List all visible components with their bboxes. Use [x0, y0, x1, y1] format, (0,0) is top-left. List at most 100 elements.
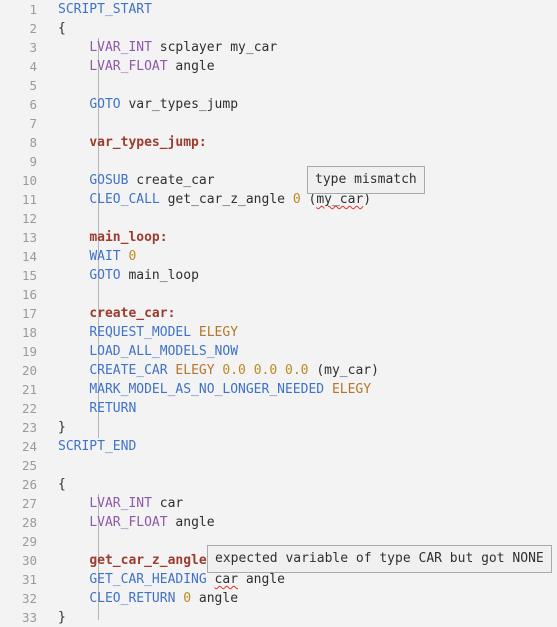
- line-number: 6: [29, 97, 37, 112]
- token-number-zero: 0: [183, 591, 192, 606]
- token-car: car: [159, 496, 184, 511]
- token-angle: angle: [175, 59, 215, 74]
- token-car-error[interactable]: car: [215, 572, 238, 587]
- code-line[interactable]: }: [46, 418, 557, 437]
- line-number: 17: [21, 306, 37, 321]
- code-content[interactable]: SCRIPT_START { LVAR_INT scplayer my_car …: [46, 0, 557, 625]
- code-line[interactable]: GOSUB create_car: [46, 171, 557, 190]
- token-angle: angle: [175, 515, 215, 530]
- token-goto: GOTO: [89, 268, 121, 283]
- token-number-y: 0.0: [253, 363, 278, 378]
- token-paren-open: (: [316, 363, 325, 378]
- line-number: 29: [21, 534, 37, 549]
- line-number: 18: [21, 325, 37, 340]
- code-line[interactable]: SCRIPT_START: [46, 0, 557, 19]
- token-lvar-float: LVAR_FLOAT: [89, 59, 168, 74]
- code-line[interactable]: LVAR_FLOAT angle: [46, 57, 557, 76]
- code-line[interactable]: main_loop:: [46, 228, 557, 247]
- code-line-empty[interactable]: [46, 285, 557, 304]
- token-load-all-models-now: LOAD_ALL_MODELS_NOW: [89, 344, 239, 359]
- line-number: 5: [29, 78, 37, 93]
- line-number: 28: [21, 515, 37, 530]
- line-number: 27: [21, 496, 37, 511]
- token-angle: angle: [198, 591, 239, 606]
- code-line-empty[interactable]: [46, 456, 557, 475]
- code-line[interactable]: GOTO var_types_jump: [46, 95, 557, 114]
- code-line[interactable]: CREATE_CAR ELEGY 0.0 0.0 0.0 (my_car): [46, 361, 557, 380]
- token-brace-open: {: [58, 477, 66, 492]
- code-line[interactable]: LVAR_FLOAT angle: [46, 513, 557, 532]
- line-number: 33: [21, 610, 37, 625]
- token-get-car-heading: GET_CAR_HEADING: [89, 572, 207, 587]
- line-number: 12: [21, 211, 37, 226]
- line-number: 24: [21, 439, 37, 454]
- line-number: 15: [21, 268, 37, 283]
- token-create-car: CREATE_CAR: [89, 363, 168, 378]
- line-number: 1: [29, 2, 37, 17]
- line-number: 22: [21, 401, 37, 416]
- token-ref-create-car: create_car: [136, 173, 215, 188]
- token-cleo-call: CLEO_CALL: [89, 192, 160, 207]
- token-paren-close: ): [371, 363, 379, 378]
- line-number: 16: [21, 287, 37, 302]
- token-brace-close: }: [58, 610, 66, 625]
- code-line-empty[interactable]: [46, 152, 557, 171]
- line-number: 11: [21, 192, 37, 207]
- code-editor[interactable]: 1 2 3 4 5 6 7 8 9 10 11 12 13 14 15 16 1…: [0, 0, 557, 625]
- code-line-empty[interactable]: [46, 114, 557, 133]
- line-number: 25: [21, 458, 37, 473]
- code-line[interactable]: MARK_MODEL_AS_NO_LONGER_NEEDED ELEGY: [46, 380, 557, 399]
- error-tooltip-expected-car: expected variable of type CAR but got NO…: [207, 545, 552, 573]
- line-number: 3: [29, 40, 37, 55]
- code-line[interactable]: LVAR_INT car: [46, 494, 557, 513]
- token-my-car: my_car: [230, 40, 278, 55]
- code-line[interactable]: {: [46, 19, 557, 38]
- code-line[interactable]: LVAR_INT scplayer my_car: [46, 38, 557, 57]
- code-line[interactable]: LOAD_ALL_MODELS_NOW: [46, 342, 557, 361]
- code-line[interactable]: {: [46, 475, 557, 494]
- token-my-car-error[interactable]: my_car: [316, 192, 363, 207]
- token-lvar-int: LVAR_INT: [89, 40, 152, 55]
- code-line-empty[interactable]: [46, 209, 557, 228]
- line-number: 2: [29, 21, 37, 36]
- token-lvar-int: LVAR_INT: [89, 496, 152, 511]
- code-line[interactable]: var_types_jump:: [46, 133, 557, 152]
- code-line[interactable]: create_car:: [46, 304, 557, 323]
- token-return: RETURN: [89, 401, 137, 416]
- line-number: 23: [21, 420, 37, 435]
- line-number: 20: [21, 363, 37, 378]
- line-number: 31: [21, 572, 37, 587]
- token-ref-main-loop: main_loop: [128, 268, 199, 283]
- token-label-main-loop: main_loop:: [89, 230, 168, 245]
- token-gosub: GOSUB: [89, 173, 129, 188]
- token-label-get-car-z-angle: get_car_z_angle:: [89, 553, 215, 568]
- token-script-end: SCRIPT_END: [58, 439, 137, 454]
- code-line[interactable]: WAIT 0: [46, 247, 557, 266]
- line-number: 21: [21, 382, 37, 397]
- token-elegy: ELEGY: [331, 382, 372, 397]
- code-line[interactable]: }: [46, 608, 557, 627]
- code-line[interactable]: CLEO_CALL get_car_z_angle 0 (my_car): [46, 190, 557, 209]
- code-line[interactable]: RETURN: [46, 399, 557, 418]
- token-number-zero: 0: [128, 249, 137, 264]
- code-line[interactable]: SCRIPT_END: [46, 437, 557, 456]
- code-line[interactable]: REQUEST_MODEL ELEGY: [46, 323, 557, 342]
- token-number-z: 0.0: [285, 363, 309, 378]
- token-ref-var-types-jump: var_types_jump: [128, 97, 239, 112]
- token-mark-model-as-no-longer-needed: MARK_MODEL_AS_NO_LONGER_NEEDED: [89, 382, 325, 397]
- line-number: 19: [21, 344, 37, 359]
- token-brace-open: {: [58, 21, 66, 36]
- token-goto: GOTO: [89, 97, 121, 112]
- code-line-empty[interactable]: [46, 76, 557, 95]
- token-ref-get-car-z-angle: get_car_z_angle: [167, 192, 285, 207]
- line-number: 7: [29, 116, 37, 131]
- token-brace-close: }: [58, 420, 66, 435]
- code-line[interactable]: GOTO main_loop: [46, 266, 557, 285]
- line-number: 30: [21, 553, 37, 568]
- code-line[interactable]: CLEO_RETURN 0 angle: [46, 589, 557, 608]
- token-wait: WAIT: [89, 249, 121, 264]
- line-number: 14: [21, 249, 37, 264]
- line-number: 4: [29, 59, 37, 74]
- token-scplayer: scplayer: [159, 40, 223, 55]
- token-paren-close: ): [363, 192, 372, 207]
